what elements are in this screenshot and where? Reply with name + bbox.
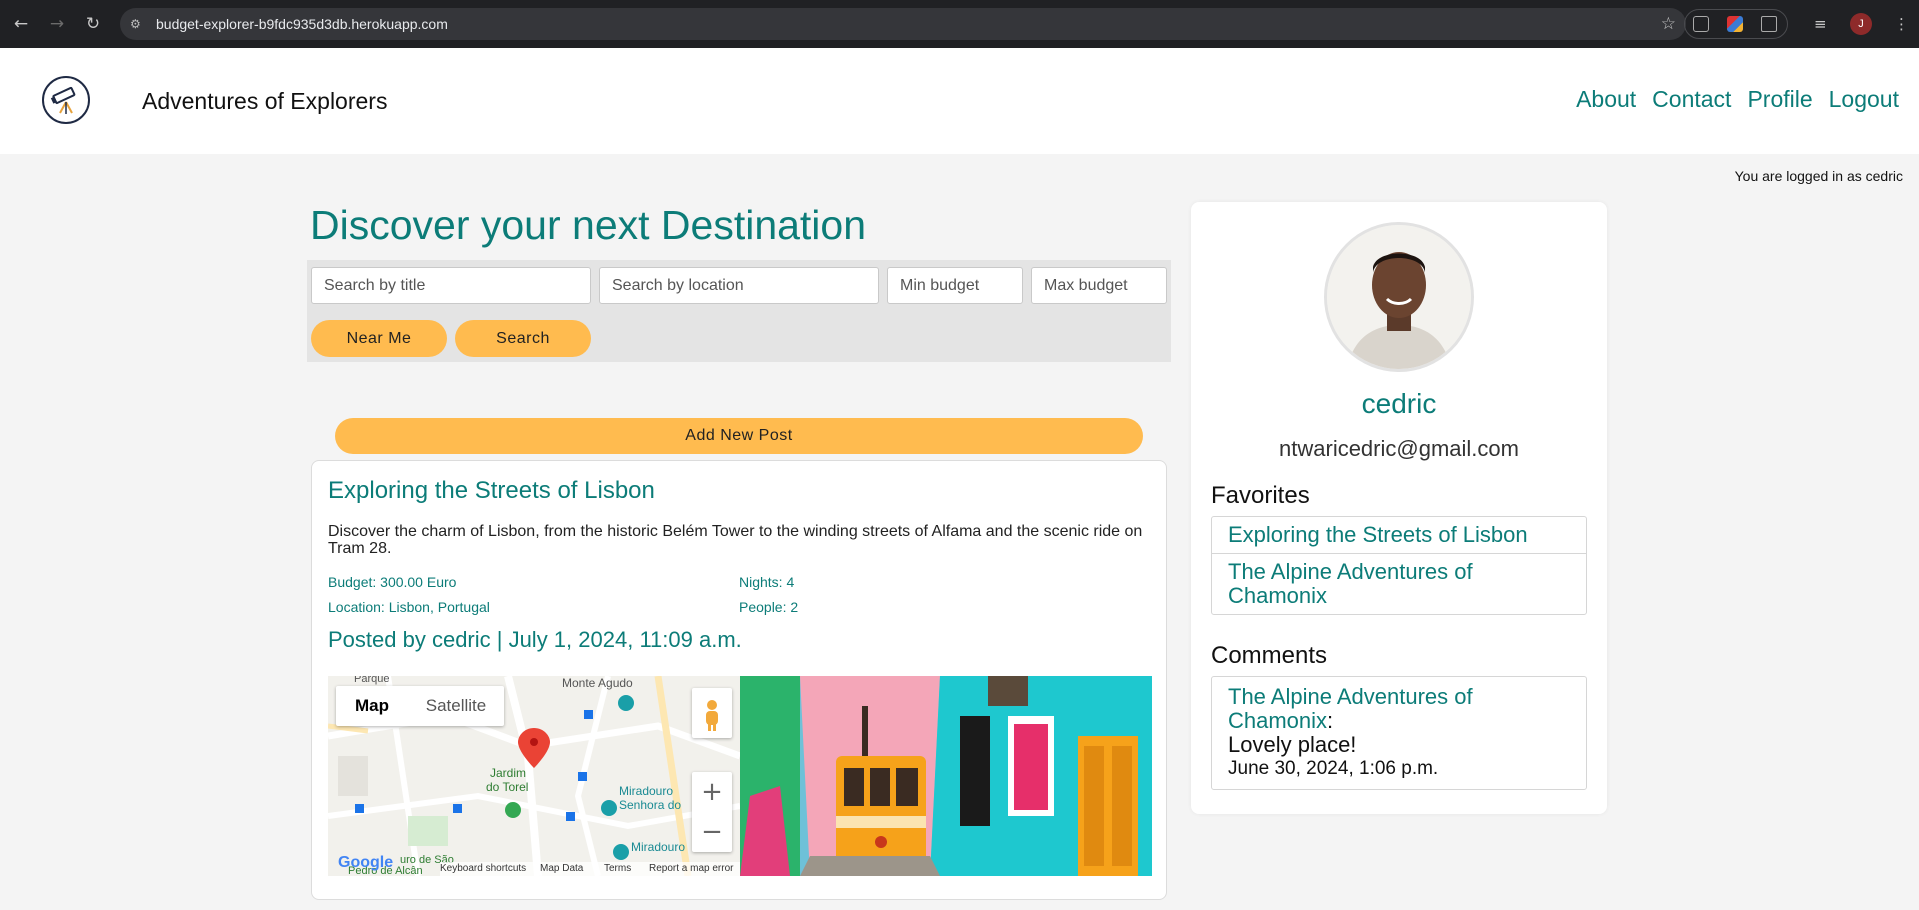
url-text[interactable]: budget-explorer-b9fdc935d3db.herokuapp.c…: [156, 8, 448, 40]
add-new-post-button[interactable]: Add New Post: [335, 418, 1143, 454]
map-tab[interactable]: Map: [336, 686, 408, 726]
bookmark-star-icon[interactable]: ☆: [1661, 8, 1676, 40]
post-budget: Budget: 300.00 Euro: [328, 574, 457, 590]
menu-kebab-icon[interactable]: ⋮: [1894, 12, 1909, 36]
post-title-link[interactable]: Exploring the Streets of Lisbon: [328, 477, 655, 505]
browser-toolbar: ← → ↻ ⚙ budget-explorer-b9fdc935d3db.her…: [0, 0, 1919, 48]
favorites-list: Exploring the Streets of Lisbon The Alpi…: [1211, 516, 1587, 615]
street-view-pegman-icon[interactable]: [692, 688, 732, 738]
post-description: Discover the charm of Lisbon, from the h…: [328, 523, 1143, 557]
map-label-miradouro-2: Miradouro: [631, 840, 686, 854]
post-nights: Nights: 4: [739, 574, 795, 590]
puzzle-extension-icon[interactable]: [1761, 16, 1777, 32]
map-label-monte-agudo: Monte Agudo: [562, 676, 633, 690]
max-budget-input[interactable]: [1031, 267, 1167, 304]
favorites-heading: Favorites: [1211, 482, 1310, 509]
location-search-input[interactable]: [599, 267, 879, 304]
keyboard-shortcuts-link[interactable]: Keyboard shortcuts: [440, 863, 526, 874]
profile-card: cedric ntwaricedric@gmail.com Favorites …: [1191, 202, 1607, 814]
terms-link[interactable]: Terms: [604, 863, 631, 874]
post-people: People: 2: [739, 599, 799, 615]
main-nav: About Contact Profile Logout: [1576, 86, 1899, 113]
comment-item: The Alpine Adventures of Chamonix: Lovel…: [1212, 677, 1586, 789]
near-me-button[interactable]: Near Me: [311, 320, 447, 357]
map-data-link[interactable]: Map Data: [540, 863, 583, 874]
google-logo: Google: [338, 854, 394, 871]
zoom-out-icon[interactable]: −: [692, 812, 732, 852]
location-map[interactable]: Map Satellite Parque Monte Agudo Jardim …: [328, 676, 740, 876]
nav-logout-link[interactable]: Logout: [1829, 86, 1899, 113]
title-search-input[interactable]: [311, 267, 591, 304]
post-location: Location: Lisbon, Portugal: [328, 599, 490, 615]
search-panel: Near Me Search: [307, 260, 1171, 362]
post-card: Exploring the Streets of Lisbon Discover…: [311, 460, 1167, 900]
telescope-logo-icon[interactable]: [42, 76, 90, 124]
comments-heading: Comments: [1211, 642, 1328, 669]
reload-icon[interactable]: ↻: [80, 11, 106, 37]
extensions-group: [1684, 9, 1788, 39]
page-title: Discover your next Destination: [310, 202, 867, 248]
site-brand[interactable]: Adventures of Explorers: [142, 88, 387, 115]
reading-list-icon[interactable]: ≡: [1814, 12, 1827, 36]
nav-about-link[interactable]: About: [1576, 86, 1636, 113]
comments-list: The Alpine Adventures of Chamonix: Lovel…: [1211, 676, 1587, 790]
map-type-control: Map Satellite: [336, 686, 504, 726]
nav-contact-link[interactable]: Contact: [1652, 86, 1731, 113]
profile-avatar-icon[interactable]: J: [1850, 13, 1872, 35]
posted-by: Posted by cedric | July 1, 2024, 11:09 a…: [328, 627, 742, 652]
site-header: Adventures of Explorers About Contact Pr…: [0, 48, 1919, 154]
zoom-in-icon[interactable]: +: [692, 772, 732, 812]
profile-photo: [1324, 222, 1474, 372]
profile-email: ntwaricedric@gmail.com: [1279, 436, 1519, 461]
search-button[interactable]: Search: [455, 320, 591, 357]
logged-in-status: You are logged in as cedric: [1734, 168, 1903, 184]
map-label-parque: Parque: [354, 676, 390, 685]
comment-text: Lovely place!: [1228, 732, 1357, 757]
map-footer: Keyboard shortcuts Map Data Terms Report…: [440, 862, 740, 876]
report-map-error-link[interactable]: Report a map error: [649, 863, 733, 874]
comment-date: June 30, 2024, 1:06 p.m.: [1228, 758, 1439, 779]
satellite-tab[interactable]: Satellite: [408, 686, 504, 726]
favorite-item[interactable]: Exploring the Streets of Lisbon: [1212, 517, 1586, 554]
min-budget-input[interactable]: [887, 267, 1023, 304]
map-label-jardim: Jardim: [490, 766, 527, 780]
map-label-torel: do Torel: [486, 780, 529, 794]
profile-username: cedric: [1361, 388, 1437, 419]
map-label-miradouro: Miradouro: [619, 784, 674, 798]
nav-profile-link[interactable]: Profile: [1747, 86, 1812, 113]
zoom-control: + −: [692, 772, 732, 852]
post-photo: [740, 676, 1152, 876]
image-extension-icon[interactable]: [1693, 16, 1709, 32]
site-info-icon[interactable]: ⚙: [130, 16, 146, 32]
comment-colon: :: [1327, 708, 1334, 733]
favorite-item[interactable]: The Alpine Adventures of Chamonix: [1212, 554, 1586, 614]
map-label-senhora: Senhora do: [619, 798, 682, 812]
back-icon[interactable]: ←: [8, 11, 34, 37]
color-extension-icon[interactable]: [1727, 16, 1743, 32]
address-bar[interactable]: ⚙ budget-explorer-b9fdc935d3db.herokuapp…: [120, 8, 1686, 40]
forward-icon[interactable]: →: [44, 11, 70, 37]
comment-post-link[interactable]: The Alpine Adventures of Chamonix: [1228, 684, 1473, 733]
